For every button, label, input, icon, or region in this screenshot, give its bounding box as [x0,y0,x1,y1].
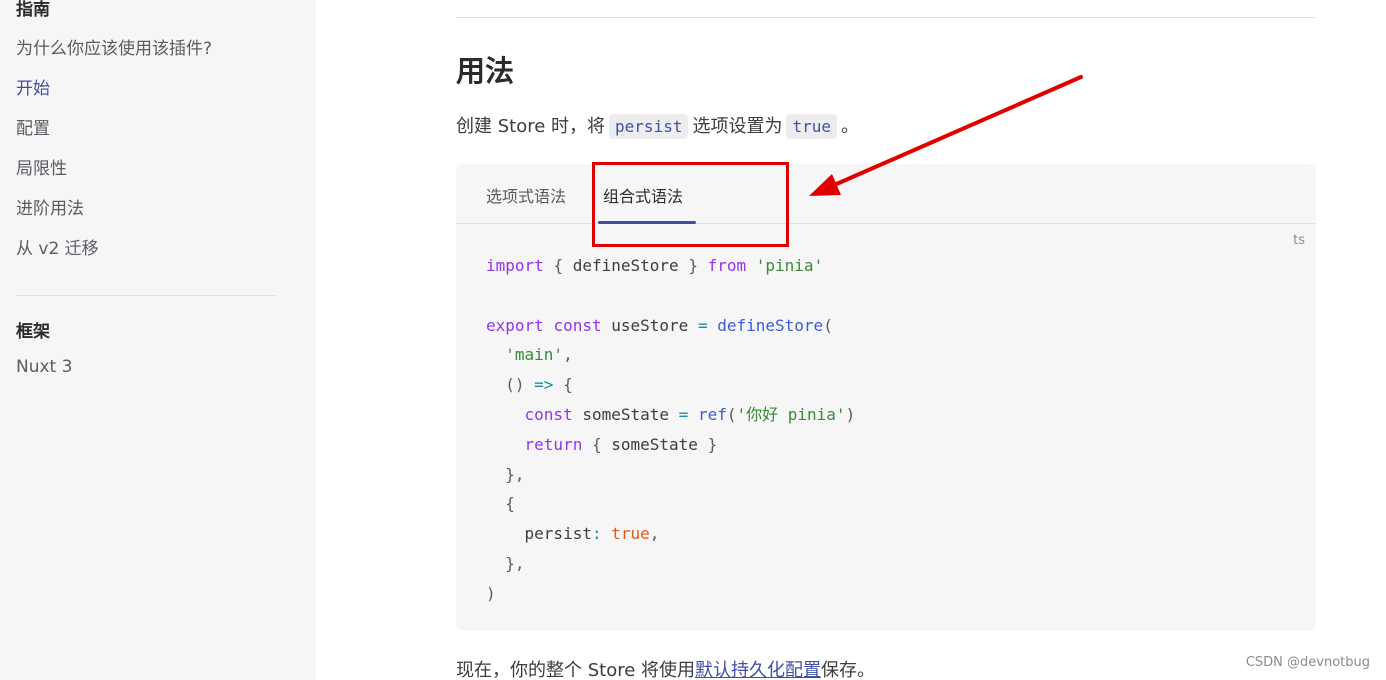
sidebar-section-heading-frameworks: 框架 [16,322,50,342]
sidebar-item-nuxt3[interactable]: Nuxt 3 [16,357,72,377]
code-line: }, [505,553,525,573]
annotation-highlight-box [592,162,789,247]
code-line: return { someState } [524,434,718,454]
sidebar: 指南 为什么你应该使用该插件? 开始 配置 局限性 进阶用法 从 v2 迁移 框… [0,0,316,680]
intro-text-middle: 选项设置为 [692,116,783,137]
code-line: ) [486,583,496,603]
code-group: 选项式语法 组合式语法 ts import { defineStore } fr… [456,164,1316,631]
sidebar-item-why[interactable]: 为什么你应该使用该插件? [16,34,212,59]
outro-paragraph: 现在，你的整个 Store 将使用默认持久化配置保存。 [456,656,875,680]
intro-text-before: 创建 Store 时，将 [456,116,606,137]
code-line: 'main', [505,345,573,365]
code-line: }, [505,464,525,484]
page-section-title: 用法 [456,54,515,88]
code-tabs: 选项式语法 组合式语法 [456,164,1316,224]
outro-text-after: 保存。 [821,660,876,680]
intro-paragraph: 创建 Store 时，将 persist 选项设置为 true。 [456,112,859,139]
watermark: CSDN @devnotbug [1245,655,1370,670]
tab-options-api[interactable]: 选项式语法 [486,183,566,207]
intro-text-after: 。 [841,116,859,137]
code-line: import { defineStore } from 'pinia' [486,256,824,275]
code-language-label: ts [1293,233,1305,248]
sidebar-item-migrate-v2[interactable]: 从 v2 迁移 [16,234,99,259]
default-persist-config-link[interactable]: 默认持久化配置 [695,660,821,680]
sidebar-divider [16,295,276,296]
code-line: { [505,494,515,514]
code-line: () => { [505,375,573,395]
code-content: import { defineStore } from 'pinia' expo… [486,251,855,609]
inline-code-true: true [786,114,837,139]
sidebar-item-config[interactable]: 配置 [16,114,50,139]
outro-text-before: 现在，你的整个 Store 将使用 [456,660,696,680]
inline-code-persist: persist [609,114,689,139]
sidebar-item-advanced[interactable]: 进阶用法 [16,194,84,219]
code-line: const someState = ref('你好 pinia') [524,404,856,424]
code-line: persist: true, [486,524,660,544]
sidebar-item-limitations[interactable]: 局限性 [16,154,67,179]
code-line: export const useStore = defineStore( [486,315,833,335]
top-divider [456,17,1316,18]
sidebar-section-heading-guide: 指南 [16,0,50,20]
sidebar-item-getting-started[interactable]: 开始 [16,74,50,99]
